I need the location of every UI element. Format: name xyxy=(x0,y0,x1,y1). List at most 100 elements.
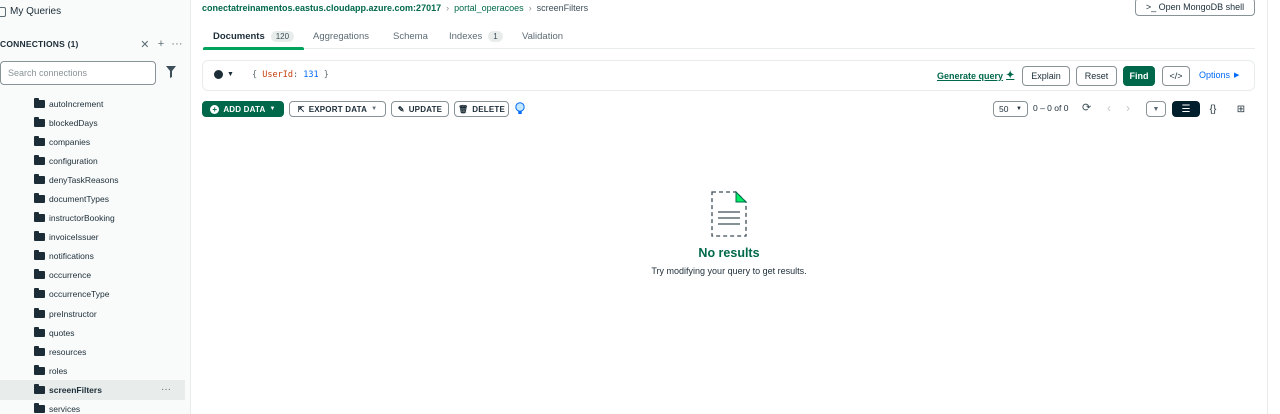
delete-button[interactable]: 🗑 DELETE xyxy=(454,101,509,117)
tab-label: Documents xyxy=(213,31,265,42)
caret-down-icon: ▼ xyxy=(227,71,234,78)
tab-label: Indexes xyxy=(449,31,483,42)
folder-icon xyxy=(34,345,45,356)
lightbulb-icon[interactable] xyxy=(515,102,525,115)
count-badge: 120 xyxy=(270,31,295,42)
folder-icon xyxy=(34,97,45,108)
query-brace-open: { xyxy=(252,70,258,80)
my-queries-label: My Queries xyxy=(10,6,62,17)
query-key: UserId xyxy=(262,70,293,80)
folder-icon xyxy=(34,307,45,318)
folder-icon xyxy=(34,326,45,337)
collection-item[interactable]: occurrenceType xyxy=(0,285,185,304)
folder-icon xyxy=(34,193,45,204)
page-size-value: 50 xyxy=(999,104,1009,114)
collection-item[interactable]: occurrence xyxy=(0,266,185,285)
caret-down-icon: ▼ xyxy=(371,106,378,112)
collection-item[interactable]: services xyxy=(0,400,185,414)
compass-window: My Queries CONNECTIONS (1) ✕ + ··· Searc… xyxy=(0,0,1280,414)
refresh-icon[interactable]: ⟳ xyxy=(1082,101,1091,114)
my-queries-item[interactable]: My Queries xyxy=(0,3,61,20)
query-brace-close: } xyxy=(323,70,329,80)
collection-item[interactable]: companies xyxy=(0,132,185,151)
empty-subtitle: Try modifying your query to get results. xyxy=(651,266,807,276)
more-options-icon[interactable]: ··· xyxy=(169,38,185,50)
connections-header: CONNECTIONS (1) ✕ + ··· xyxy=(0,36,185,52)
collection-tree: autoIncrement blockedDays companies conf… xyxy=(0,94,185,414)
code-icon[interactable]: </> xyxy=(1162,66,1190,86)
filter-icon[interactable] xyxy=(166,66,176,78)
previous-page-icon[interactable]: ‹ xyxy=(1107,101,1111,115)
tab-documents[interactable]: Documents 120 xyxy=(202,24,305,50)
collection-item[interactable]: blockedDays xyxy=(0,113,185,132)
query-history-button[interactable]: ▼ xyxy=(214,70,234,79)
next-page-icon[interactable]: › xyxy=(1126,101,1130,115)
collection-label: invoiceIssuer xyxy=(49,232,99,243)
export-data-label: EXPORT DATA xyxy=(308,104,368,114)
explain-button[interactable]: Explain xyxy=(1022,66,1070,86)
search-connections-input[interactable]: Search connections xyxy=(0,61,156,85)
options-button[interactable]: Options ▶ xyxy=(1199,70,1239,80)
reset-button[interactable]: Reset xyxy=(1076,66,1117,86)
sparkle-icon: ✦ xyxy=(1006,70,1015,81)
folder-icon xyxy=(34,135,45,146)
page-size-select[interactable]: 50 ▼ xyxy=(993,101,1028,117)
list-view-icon[interactable]: ☰ xyxy=(1172,101,1200,117)
add-connection-icon[interactable]: + xyxy=(153,38,169,50)
collection-label: autoIncrement xyxy=(49,98,104,109)
collection-item[interactable]: documentTypes xyxy=(0,189,185,208)
tab-aggregations[interactable]: Aggregations xyxy=(313,24,369,49)
collection-item[interactable]: quotes xyxy=(0,323,185,342)
update-button[interactable]: ✎ UPDATE xyxy=(391,101,449,117)
collection-item[interactable]: configuration xyxy=(0,151,185,170)
folder-icon xyxy=(0,6,6,17)
empty-document-icon xyxy=(711,190,748,237)
generate-query-label: Generate query xyxy=(937,70,1004,81)
empty-state: No results Try modifying your query to g… xyxy=(602,190,856,276)
collection-item[interactable]: preInstructor xyxy=(0,304,185,323)
view-options-select[interactable]: ▼ xyxy=(1146,101,1166,117)
collection-label: documentTypes xyxy=(49,194,110,205)
sidebar: My Queries CONNECTIONS (1) ✕ + ··· Searc… xyxy=(0,0,191,414)
query-filter-input[interactable]: { UserId: 131 } xyxy=(252,70,329,80)
tab-schema[interactable]: Schema xyxy=(393,24,428,49)
collection-more-icon[interactable]: ··· xyxy=(161,384,171,395)
collection-item-active[interactable]: screenFilters ··· xyxy=(0,380,185,400)
collection-label: companies xyxy=(49,136,91,147)
query-colon: : xyxy=(292,70,299,80)
chevron-right-icon: › xyxy=(528,2,532,13)
collapse-icon[interactable]: ✕ xyxy=(137,38,153,51)
add-data-button[interactable]: + ADD DATA ▼ xyxy=(202,101,284,117)
collection-item[interactable]: instructorBooking xyxy=(0,209,185,228)
folder-icon xyxy=(34,403,45,414)
collection-label: occurrence xyxy=(49,270,92,281)
add-data-label: ADD DATA xyxy=(223,104,266,114)
caret-down-icon: ▼ xyxy=(1016,106,1022,112)
collection-label: occurrenceType xyxy=(49,289,110,300)
collection-item[interactable]: roles xyxy=(0,361,185,380)
delete-label: DELETE xyxy=(472,104,506,114)
options-label: Options xyxy=(1199,70,1231,80)
export-data-button[interactable]: ⇱ EXPORT DATA ▼ xyxy=(289,101,386,117)
collection-item[interactable]: denyTaskReasons xyxy=(0,170,185,189)
generate-query-link[interactable]: Generate query ✦ xyxy=(937,70,1014,81)
breadcrumb-host[interactable]: conectatreinamentos.eastus.cloudapp.azur… xyxy=(202,3,441,13)
collection-item[interactable]: notifications xyxy=(0,247,185,266)
chevron-right-icon: › xyxy=(446,2,450,13)
find-button[interactable]: Find xyxy=(1123,66,1155,86)
folder-icon xyxy=(34,116,45,127)
breadcrumb-database[interactable]: portal_operacoes xyxy=(454,3,524,13)
tab-indexes[interactable]: Indexes 1 xyxy=(449,24,503,49)
tab-validation[interactable]: Validation xyxy=(522,24,563,49)
open-shell-button[interactable]: >_ Open MongoDB shell xyxy=(1135,0,1255,16)
folder-icon xyxy=(34,231,45,242)
collection-item[interactable]: invoiceIssuer xyxy=(0,228,185,247)
documents-toolbar: + ADD DATA ▼ ⇱ EXPORT DATA ▼ ✎ UPDATE 🗑 … xyxy=(202,101,1255,118)
json-view-icon[interactable]: {} xyxy=(1199,101,1227,117)
table-view-icon[interactable]: ⊞ xyxy=(1227,101,1255,117)
collection-label: preInstructor xyxy=(49,308,97,319)
collection-item[interactable]: autoIncrement xyxy=(0,94,185,113)
folder-icon xyxy=(34,383,45,394)
collection-item[interactable]: resources xyxy=(0,342,185,361)
collection-label: quotes xyxy=(49,327,75,338)
